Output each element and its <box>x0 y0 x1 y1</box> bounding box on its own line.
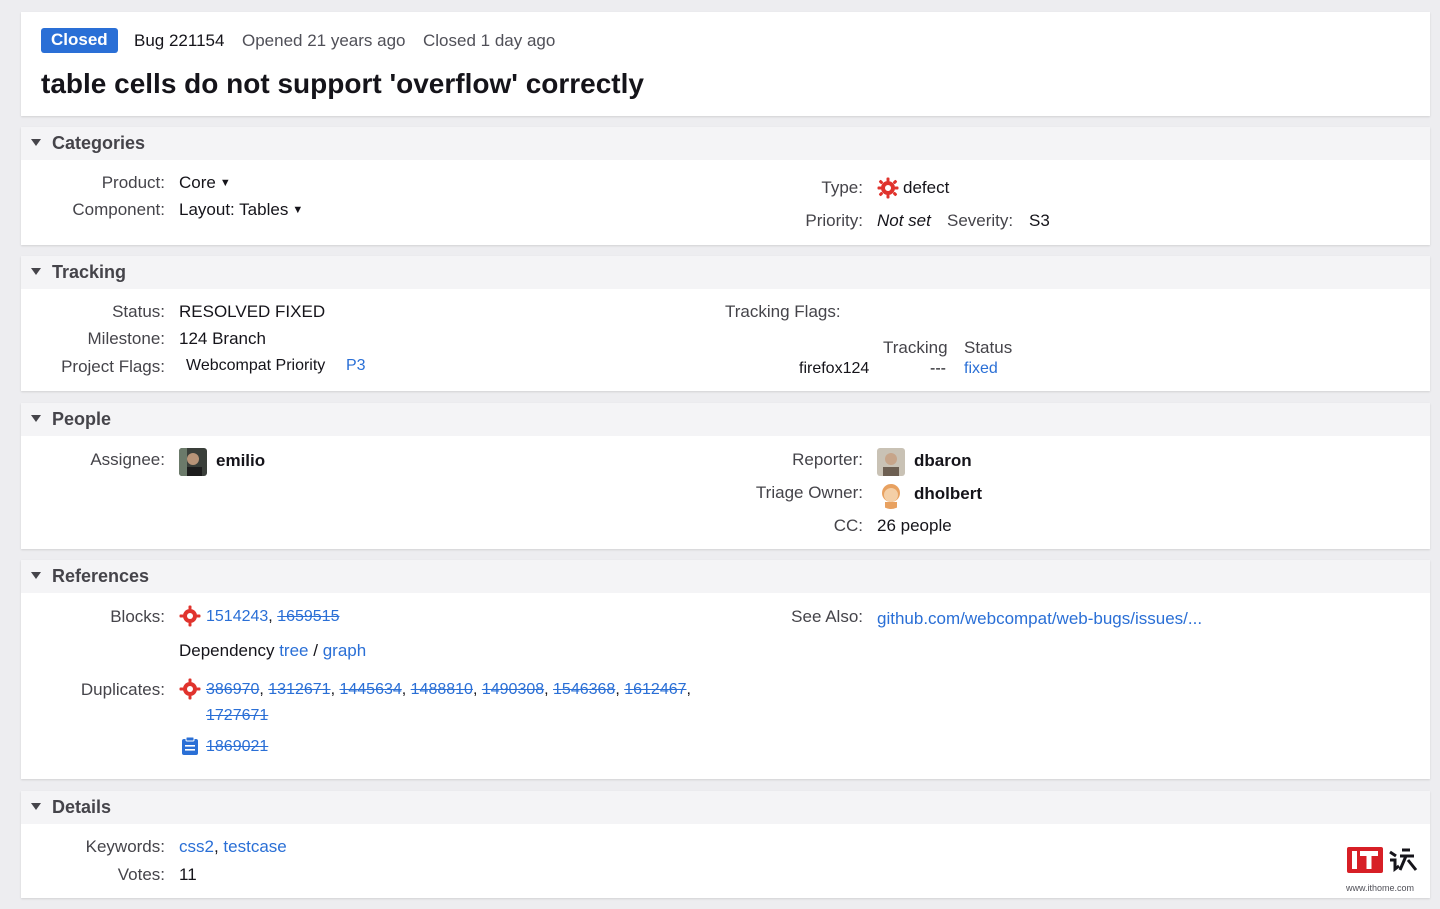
severity-label: Severity: <box>947 211 1014 230</box>
section-title: References <box>52 566 150 586</box>
blocks-list: 1514243, 1659515 <box>206 608 340 625</box>
flag-name: firefox124 <box>799 360 870 377</box>
type-label: Type: <box>821 178 863 197</box>
bug-link[interactable]: 1659515 <box>277 608 339 625</box>
triage-owner-name[interactable]: dholbert <box>914 484 982 504</box>
component-label: Component: <box>72 200 165 219</box>
col-tracking: Tracking <box>883 338 948 357</box>
see-also-label: See Also: <box>791 607 863 626</box>
type-value: defect <box>903 178 950 197</box>
keywords-label: Keywords: <box>85 837 165 856</box>
people-section: People Assignee: emilio Reporter: dbaron… <box>21 403 1430 549</box>
section-title: Details <box>52 797 112 817</box>
tracking-section: Tracking Status: RESOLVED FIXED Mileston… <box>21 256 1430 391</box>
task-duplicate: 1869021 <box>206 738 268 756</box>
bug-link[interactable]: 1612467 <box>624 681 686 698</box>
project-flags-label: Project Flags: <box>61 357 165 376</box>
task-icon <box>181 736 199 761</box>
reporter-label: Reporter: <box>792 450 863 469</box>
categories-header[interactable]: Categories <box>21 127 1430 160</box>
reporter-name[interactable]: dbaron <box>914 451 972 471</box>
bug-link[interactable]: 1488810 <box>411 681 473 698</box>
bug-link[interactable]: 1514243 <box>206 608 268 625</box>
flag-tracking: --- <box>930 360 946 377</box>
duplicates-list: 386970, 1312671, 1445634, 1488810, 14903… <box>206 681 691 698</box>
triage-owner-label: Triage Owner: <box>755 483 863 502</box>
bug-link[interactable]: 1445634 <box>339 681 401 698</box>
ithome-logo: www.ithome.com <box>1346 846 1422 893</box>
duplicates-label: Duplicates: <box>80 680 165 699</box>
avatar <box>877 481 905 509</box>
votes-value[interactable]: 11 <box>179 865 197 885</box>
severity-value: S3 <box>1029 211 1050 230</box>
dependency-graph-link[interactable]: graph <box>323 641 366 660</box>
bug-title: table cells do not support 'overflow' co… <box>41 68 644 99</box>
chevron-down-icon: ▼ <box>292 204 304 216</box>
priority-label: Priority: <box>805 211 863 230</box>
bug-link[interactable]: 386970 <box>206 681 259 698</box>
bug-link[interactable]: 1490308 <box>482 681 544 698</box>
references-section: References Blocks: 1514243, 1659515 Depe… <box>21 560 1430 779</box>
closed-time: Closed 1 day ago <box>423 31 556 50</box>
status-badge: Closed <box>41 28 118 53</box>
product-dropdown[interactable]: Core ▼ <box>179 173 231 193</box>
avatar <box>179 448 207 476</box>
categories-section: Categories Product: Core ▼ Component: Lay… <box>21 127 1430 245</box>
references-header[interactable]: References <box>21 560 1430 593</box>
status-label: Status: <box>112 302 165 321</box>
milestone-label: Milestone: <box>87 329 165 348</box>
ithome-url: www.ithome.com <box>1346 883 1415 893</box>
cc-label: CC: <box>833 516 863 535</box>
avatar <box>877 448 905 476</box>
section-title: Categories <box>52 133 146 153</box>
product-label: Product: <box>101 173 165 192</box>
status-value: RESOLVED FIXED <box>179 302 326 321</box>
defect-bug-icon <box>179 605 201 632</box>
bug-link[interactable]: 1869021 <box>206 738 268 755</box>
section-title: Tracking <box>52 262 127 282</box>
details-header[interactable]: Details <box>21 791 1430 824</box>
collapse-triangle-icon[interactable] <box>31 268 41 275</box>
opened-time: Opened 21 years ago <box>242 31 406 50</box>
project-flag-value[interactable]: P3 <box>346 357 366 375</box>
bug-link[interactable]: 1312671 <box>268 681 330 698</box>
blocks-label: Blocks: <box>110 607 165 626</box>
priority-value: Not set <box>877 211 931 230</box>
chevron-down-icon: ▼ <box>219 177 231 189</box>
assignee-name[interactable]: emilio <box>216 451 265 471</box>
keyword-link[interactable]: css2 <box>179 837 214 856</box>
cc-value[interactable]: 26 people <box>877 516 952 536</box>
bug-id[interactable]: Bug 221154 <box>134 31 224 51</box>
section-title: People <box>52 409 112 429</box>
people-header[interactable]: People <box>21 403 1430 436</box>
defect-bug-icon <box>877 177 899 204</box>
tracking-header[interactable]: Tracking <box>21 256 1430 289</box>
details-section: Details Keywords: css2, testcase Votes: … <box>21 791 1430 898</box>
votes-label: Votes: <box>117 865 165 884</box>
duplicates-list-wrap: 1727671 <box>206 707 268 725</box>
component-dropdown[interactable]: Layout: Tables ▼ <box>179 200 303 220</box>
dependency-tree-link[interactable]: tree <box>279 641 308 660</box>
collapse-triangle-icon[interactable] <box>31 139 41 146</box>
col-status: Status <box>964 338 1013 357</box>
bug-link[interactable]: 1546368 <box>553 681 615 698</box>
collapse-triangle-icon[interactable] <box>31 803 41 810</box>
keywords-list: css2, testcase <box>179 837 287 856</box>
defect-bug-icon <box>179 678 201 705</box>
dependency-row: Dependency tree / graph <box>179 641 367 660</box>
tracking-flags-label: Tracking Flags: <box>725 302 841 321</box>
keyword-link[interactable]: testcase <box>223 837 286 856</box>
bug-link[interactable]: 1727671 <box>206 707 268 724</box>
see-also-link[interactable]: github.com/webcompat/web-bugs/issues/... <box>877 609 1202 629</box>
ithome-logo-icon <box>1347 847 1418 873</box>
project-flag-name: Webcompat Priority <box>186 357 326 374</box>
collapse-triangle-icon[interactable] <box>31 572 41 579</box>
flag-status[interactable]: fixed <box>964 360 998 378</box>
bug-summary: Closed Bug 221154 Opened 21 years ago Cl… <box>21 12 1430 116</box>
milestone-value: 124 Branch <box>179 329 266 348</box>
collapse-triangle-icon[interactable] <box>31 415 41 422</box>
assignee-label: Assignee: <box>90 450 165 469</box>
